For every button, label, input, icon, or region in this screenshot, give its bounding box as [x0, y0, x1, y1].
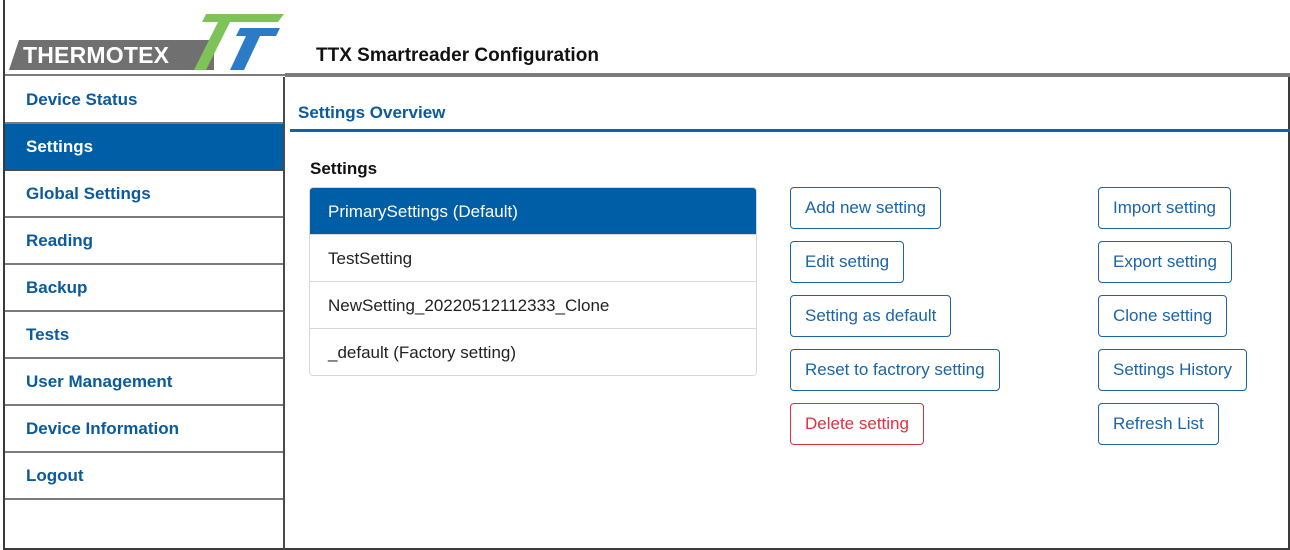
export-setting-button[interactable]: Export setting	[1098, 241, 1232, 283]
settings-list-item[interactable]: PrimarySettings (Default)	[310, 188, 756, 235]
sidebar-divider	[283, 77, 285, 550]
edit-setting-button[interactable]: Edit setting	[790, 241, 905, 283]
sidebar-item-label: Backup	[26, 278, 88, 297]
sidebar-nav: Device Status Settings Global Settings R…	[5, 77, 283, 500]
tt-logo-icon	[194, 14, 284, 70]
sidebar-item-label: Reading	[26, 231, 94, 250]
app-title: TTX Smartreader Configuration	[316, 45, 599, 66]
thermotex-logo: THERMOTEX	[9, 10, 284, 72]
settings-list-item-label: PrimarySettings (Default)	[328, 202, 518, 221]
settings-list-item[interactable]: NewSetting_20220512112333_Clone	[310, 282, 756, 329]
settings-history-button[interactable]: Settings History	[1098, 349, 1248, 391]
reset-to-factory-button[interactable]: Reset to factrory setting	[790, 349, 1000, 391]
sidebar-item-backup[interactable]: Backup	[5, 265, 283, 312]
sidebar-item-tests[interactable]: Tests	[5, 312, 283, 359]
sidebar-item-global-settings[interactable]: Global Settings	[5, 171, 283, 218]
sidebar-item-label: Device Information	[26, 419, 180, 438]
sidebar-item-settings[interactable]: Settings	[5, 124, 283, 171]
settings-list-item-label: _default (Factory setting)	[328, 343, 517, 362]
refresh-list-button[interactable]: Refresh List	[1098, 403, 1219, 445]
logo-text: THERMOTEX	[23, 42, 170, 68]
sidebar-item-user-management[interactable]: User Management	[5, 359, 283, 406]
delete-setting-button[interactable]: Delete setting	[790, 403, 924, 445]
settings-list: PrimarySettings (Default) TestSetting Ne…	[309, 187, 757, 376]
section-divider	[290, 129, 1290, 132]
settings-list-item[interactable]: _default (Factory setting)	[310, 329, 756, 375]
import-setting-button[interactable]: Import setting	[1098, 187, 1231, 229]
sidebar-item-reading[interactable]: Reading	[5, 218, 283, 265]
setting-as-default-button[interactable]: Setting as default	[790, 295, 952, 337]
section-title: Settings Overview	[298, 103, 446, 122]
clone-setting-button[interactable]: Clone setting	[1098, 295, 1228, 337]
settings-list-label: Settings	[310, 159, 378, 178]
sidebar-item-label: Global Settings	[26, 184, 151, 203]
settings-list-item-label: NewSetting_20220512112333_Clone	[328, 296, 610, 315]
header-divider-left	[5, 74, 285, 76]
sidebar-item-label: Logout	[26, 466, 84, 485]
settings-list-item[interactable]: TestSetting	[310, 235, 756, 282]
sidebar-item-label: Device Status	[26, 90, 138, 109]
sidebar-item-label: Settings	[26, 137, 94, 156]
header-divider	[285, 73, 1290, 77]
sidebar-item-device-status[interactable]: Device Status	[5, 77, 283, 124]
sidebar-item-label: Tests	[26, 325, 70, 344]
add-new-setting-button[interactable]: Add new setting	[790, 187, 941, 229]
settings-list-item-label: TestSetting	[328, 249, 413, 268]
sidebar-item-device-information[interactable]: Device Information	[5, 406, 283, 453]
sidebar-item-label: User Management	[26, 372, 173, 391]
sidebar-item-logout[interactable]: Logout	[5, 453, 283, 500]
